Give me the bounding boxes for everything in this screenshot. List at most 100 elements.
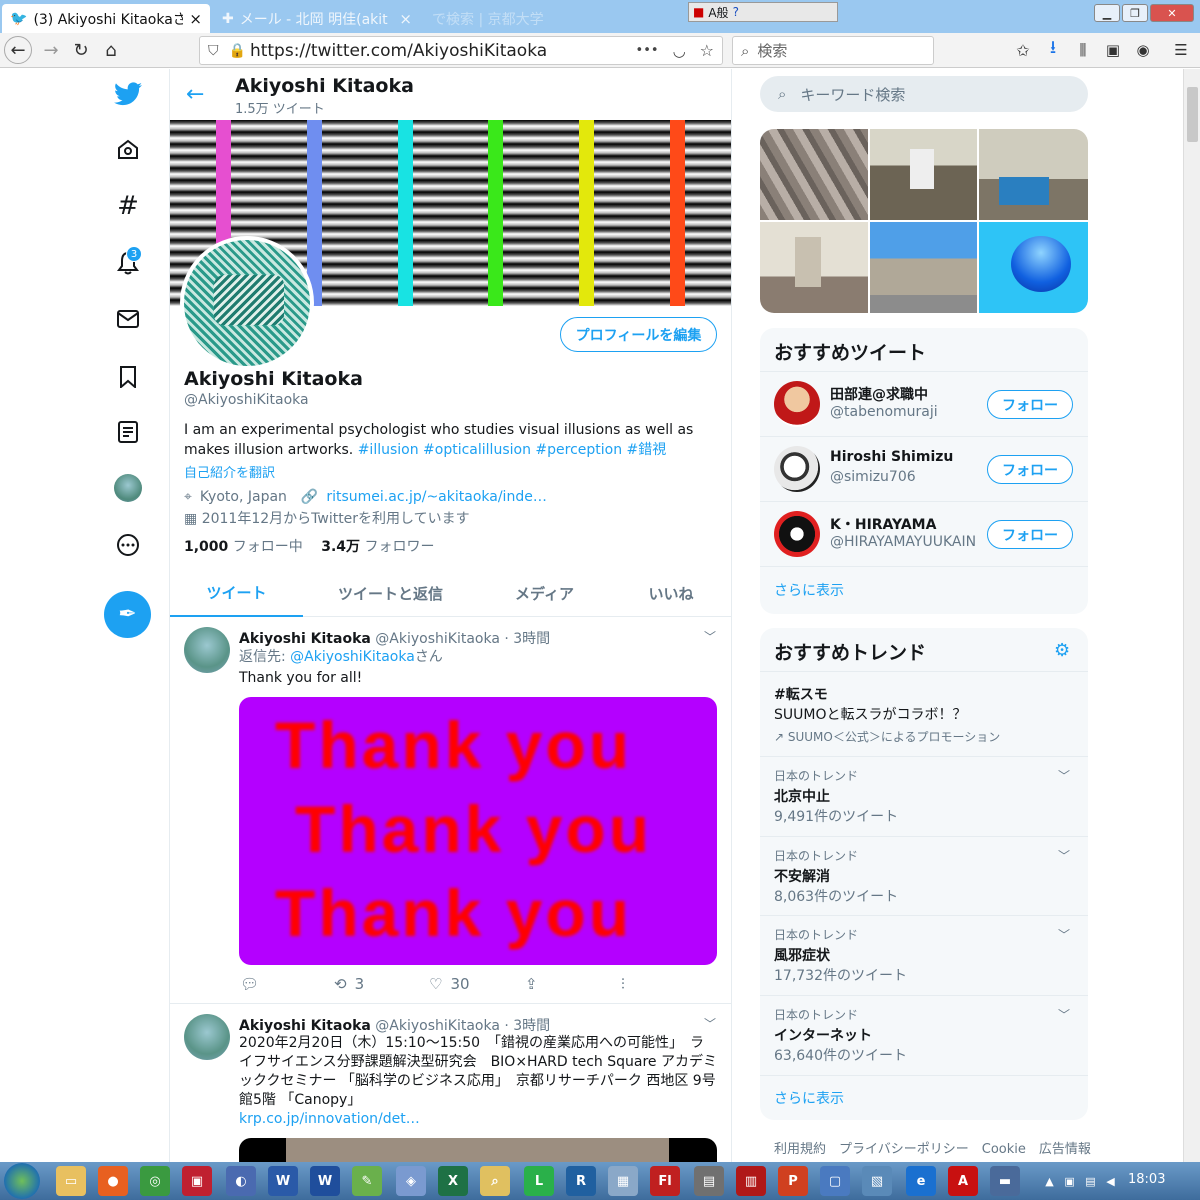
- avatar[interactable]: [774, 511, 820, 557]
- settings-gear-icon[interactable]: ⚙: [1054, 640, 1070, 661]
- bio-hashtags[interactable]: #illusion #opticalillusion #perception #…: [358, 442, 667, 458]
- trend-item[interactable]: 日本のトレンド ﹀ インターネット 63,640件のツイート: [760, 995, 1088, 1075]
- browser-tab-active[interactable]: 🐦 (3) Akiyoshi Kitaokaさん ×: [2, 4, 210, 33]
- gallery-photo[interactable]: [760, 222, 868, 313]
- app-icon[interactable]: ▧: [862, 1166, 892, 1196]
- twitter-logo-icon[interactable]: [108, 74, 148, 114]
- tweet-author-name[interactable]: Akiyoshi Kitaoka: [239, 1018, 371, 1034]
- more-options-icon[interactable]: [108, 525, 148, 565]
- app-icon[interactable]: ▤: [694, 1166, 724, 1196]
- powerpoint-icon[interactable]: P: [778, 1166, 808, 1196]
- app-icon[interactable]: ▦: [608, 1166, 638, 1196]
- maximize-button[interactable]: ❐: [1122, 4, 1148, 22]
- share-action[interactable]: ⇪: [525, 975, 538, 993]
- tweet-time[interactable]: · 3時間: [504, 1018, 550, 1034]
- tab-close-icon[interactable]: ×: [189, 10, 202, 28]
- reload-icon[interactable]: ↻: [66, 35, 96, 65]
- recommendation-item[interactable]: 田部連@求職中 @tabenomuraji フォロー: [760, 371, 1088, 436]
- recommendation-name[interactable]: 田部連@求職中: [830, 384, 928, 404]
- app-icon[interactable]: ◈: [396, 1166, 426, 1196]
- explore-hashtag-icon[interactable]: #: [108, 186, 148, 226]
- trend-item[interactable]: 日本のトレンド ﹀ 北京中止 9,491件のツイート: [760, 756, 1088, 836]
- forward-arrow-icon[interactable]: →: [36, 35, 66, 65]
- app-icon[interactable]: ▬: [990, 1166, 1020, 1196]
- page-actions-icon[interactable]: •••: [636, 43, 659, 58]
- messages-envelope-icon[interactable]: [108, 299, 148, 339]
- recommendation-name[interactable]: K・HIRAYAMA: [830, 514, 936, 534]
- app-icon[interactable]: ▥: [736, 1166, 766, 1196]
- page-scrollbar[interactable]: [1183, 69, 1200, 1162]
- chevron-down-icon[interactable]: ﹀: [1058, 1006, 1070, 1023]
- pocket-icon[interactable]: ◡: [673, 42, 686, 60]
- compose-tweet-button[interactable]: ✒: [104, 591, 151, 638]
- following-link[interactable]: 1,000 フォロー中: [184, 539, 303, 555]
- bookmark-star-list-icon[interactable]: ✩: [1008, 35, 1038, 65]
- gallery-photo[interactable]: [760, 129, 868, 220]
- excel-icon[interactable]: X: [438, 1166, 468, 1196]
- gallery-photo[interactable]: [979, 129, 1088, 220]
- analytics-action[interactable]: ⫶: [621, 975, 625, 993]
- show-more-link[interactable]: さらに表示: [774, 580, 844, 600]
- tweet-link[interactable]: krp.co.jp/innovation/det…: [239, 1110, 420, 1129]
- back-arrow-icon[interactable]: ←: [186, 82, 204, 107]
- tweet-media-image[interactable]: Thank you Thank you Thank you: [239, 697, 717, 965]
- follow-button[interactable]: フォロー: [987, 390, 1073, 419]
- menu-icon[interactable]: ☰: [1166, 35, 1196, 65]
- follow-button[interactable]: フォロー: [987, 455, 1073, 484]
- app-icon[interactable]: ▢: [820, 1166, 850, 1196]
- twitter-search-input[interactable]: ⌕ キーワード検索: [760, 76, 1088, 112]
- word-icon[interactable]: W: [310, 1166, 340, 1196]
- gallery-photo[interactable]: [870, 222, 977, 313]
- firefox-icon[interactable]: ●: [98, 1166, 128, 1196]
- search-app-icon[interactable]: ⌕: [480, 1166, 510, 1196]
- reply-to-link[interactable]: @AkiyoshiKitaoka: [290, 649, 415, 665]
- avatar[interactable]: [774, 381, 820, 427]
- library-icon[interactable]: ⫼: [1068, 35, 1098, 65]
- tweet-author-handle[interactable]: @AkiyoshiKitaoka: [375, 1018, 500, 1034]
- profile-avatar-nav[interactable]: [108, 468, 148, 508]
- gallery-photo[interactable]: [979, 222, 1088, 313]
- close-window-button[interactable]: ✕: [1150, 4, 1194, 22]
- browser-search-input[interactable]: ⌕ 検索: [732, 36, 934, 65]
- tweet-avatar[interactable]: [184, 1014, 230, 1060]
- acrobat-icon[interactable]: A: [948, 1166, 978, 1196]
- clock[interactable]: 18:03: [1128, 1172, 1165, 1187]
- browser-tab-mail[interactable]: ✚ メール - 北岡 明佳(akit ×: [214, 4, 420, 33]
- bookmarks-icon[interactable]: [108, 357, 148, 397]
- browser-tab-search[interactable]: で検索 | 京都大学: [424, 4, 604, 33]
- explorer-icon[interactable]: ▭: [56, 1166, 86, 1196]
- like-action[interactable]: ♡ 30: [429, 975, 470, 993]
- tweet-author-handle[interactable]: @AkiyoshiKitaoka: [375, 631, 500, 647]
- app-icon[interactable]: ✎: [352, 1166, 382, 1196]
- trend-item[interactable]: 日本のトレンド ﹀ 風邪症状 17,732件のツイート: [760, 915, 1088, 995]
- chevron-down-icon[interactable]: ﹀: [1058, 767, 1070, 784]
- recommendation-name[interactable]: Hiroshi Shimizu: [830, 449, 953, 465]
- minimize-button[interactable]: ▁: [1094, 4, 1120, 22]
- home-nav-icon[interactable]: [108, 130, 148, 170]
- chevron-down-icon[interactable]: ﹀: [1058, 926, 1070, 943]
- back-arrow-icon[interactable]: ←: [4, 36, 32, 64]
- show-more-link[interactable]: さらに表示: [774, 1088, 844, 1108]
- system-tray[interactable]: ▲ ▣ ▤ ◀: [1040, 1166, 1120, 1196]
- profile-avatar-large[interactable]: [180, 236, 314, 370]
- chevron-down-icon[interactable]: ﹀: [704, 628, 716, 645]
- line-icon[interactable]: L: [524, 1166, 554, 1196]
- followers-link[interactable]: 3.4万 フォロワー: [321, 539, 434, 555]
- promoted-trend[interactable]: #転スモ SUUMOと転スラがコラボ！？ ↗ SUUMO＜公式＞によるプロモーシ…: [760, 671, 1088, 756]
- r-icon[interactable]: R: [566, 1166, 596, 1196]
- chevron-down-icon[interactable]: ﹀: [704, 1015, 716, 1032]
- sidebar-toggle-icon[interactable]: ▣: [1098, 35, 1128, 65]
- tweet-author-name[interactable]: Akiyoshi Kitaoka: [239, 631, 371, 647]
- recommendation-item[interactable]: K・HIRAYAMA @HIRAYAMAYUUKAIN フォロー: [760, 501, 1088, 566]
- flash-icon[interactable]: Fl: [650, 1166, 680, 1196]
- url-bar[interactable]: ⛉ 🔒 https://twitter.com/AkiyoshiKitaoka …: [199, 36, 723, 65]
- tab-tweets[interactable]: ツイート: [170, 570, 303, 617]
- app-icon[interactable]: ▣: [182, 1166, 212, 1196]
- home-icon[interactable]: ⌂: [96, 35, 126, 65]
- retweet-action[interactable]: ⟲ 3: [334, 975, 364, 993]
- chrome-icon[interactable]: ◎: [140, 1166, 170, 1196]
- account-icon[interactable]: ◉: [1128, 35, 1158, 65]
- profile-website-link[interactable]: ritsumei.ac.jp/~akitaoka/inde…: [326, 489, 546, 505]
- edit-profile-button[interactable]: プロフィールを編集: [560, 317, 717, 352]
- word-icon[interactable]: W: [268, 1166, 298, 1196]
